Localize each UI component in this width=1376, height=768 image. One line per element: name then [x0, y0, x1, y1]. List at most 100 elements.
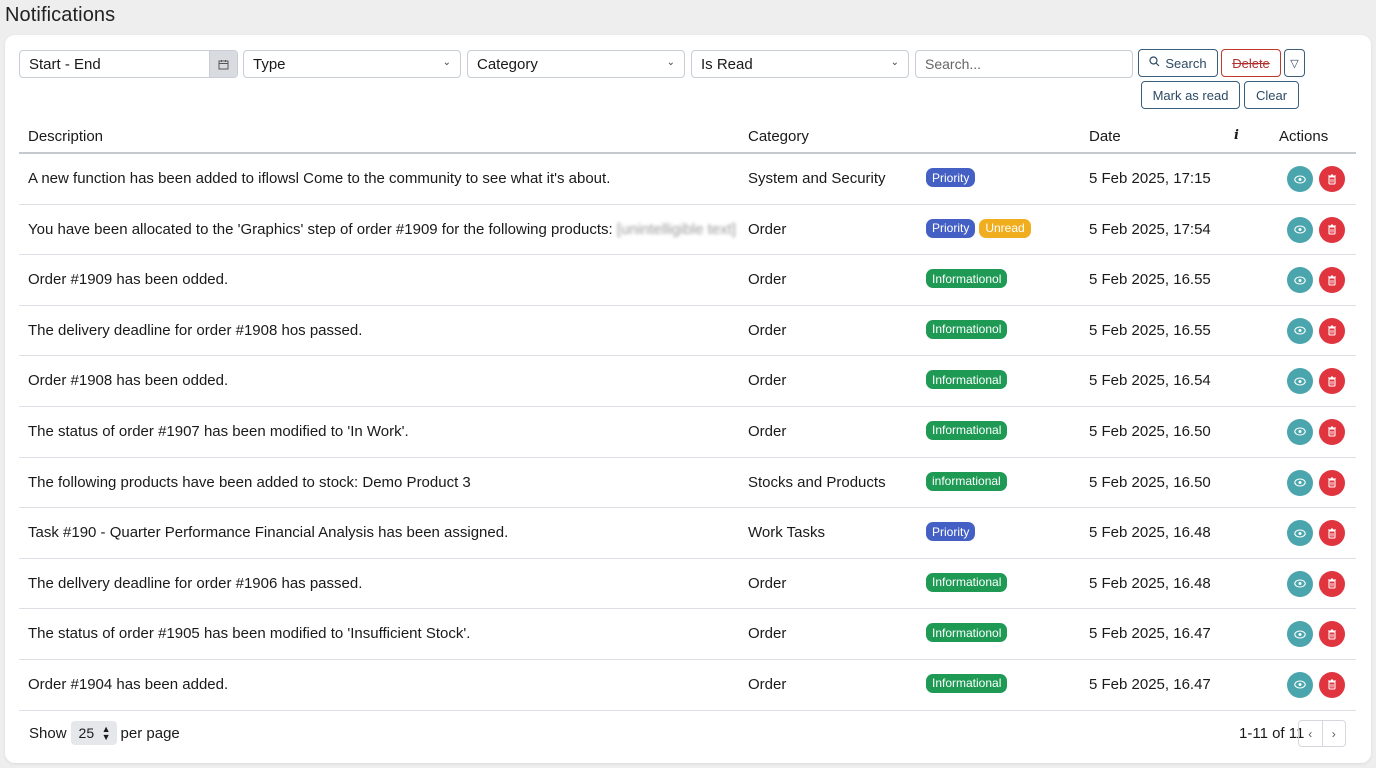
chevron-right-icon[interactable]: ›	[1323, 721, 1346, 746]
row-category: Order	[748, 220, 787, 238]
row-description-text: The status of order #1905 has been modif…	[28, 625, 471, 643]
clear-button[interactable]: Clear	[1244, 81, 1299, 109]
row-date: 5 Feb 2025, 16.50	[1089, 473, 1211, 491]
trash-icon[interactable]	[1319, 520, 1345, 547]
row-category: Work Tasks	[748, 524, 825, 542]
trash-icon[interactable]	[1319, 368, 1345, 395]
column-category[interactable]: Category	[748, 128, 809, 145]
is-read-select[interactable]: Is Read ⌄	[691, 50, 909, 78]
eye-icon[interactable]	[1287, 166, 1313, 192]
per-page-value: 25	[78, 725, 95, 741]
row-badges: Informational	[926, 420, 1008, 440]
trash-icon[interactable]	[1319, 166, 1345, 192]
delete-button[interactable]: Delete	[1221, 49, 1281, 77]
row-description: The status of order #1907 has been modif…	[28, 423, 409, 440]
info-icon[interactable]: i	[1234, 128, 1239, 143]
trash-icon[interactable]	[1319, 671, 1345, 698]
table-row[interactable]: Order #1908 has been odded. Order Informat…	[19, 356, 1356, 407]
row-badges: Informational	[926, 673, 1008, 693]
eye-icon[interactable]	[1287, 671, 1313, 698]
table-row[interactable]: The status of order #1905 has been modif…	[19, 609, 1356, 660]
date-range-text: Start - End	[29, 55, 101, 73]
row-category: Stocks and Products	[748, 473, 886, 491]
info-badge: Informational	[926, 572, 1008, 592]
chevron-left-icon[interactable]: ‹	[1299, 721, 1323, 746]
row-date: 5 Feb 2025, 16.47	[1089, 675, 1211, 693]
eye-icon[interactable]	[1287, 216, 1313, 243]
row-actions	[1287, 621, 1345, 648]
search-button[interactable]: Search	[1138, 49, 1218, 77]
date-range-picker[interactable]: Start - End	[19, 50, 238, 78]
row-category: Order	[748, 372, 787, 390]
row-category: Order	[748, 625, 787, 643]
type-select-value: Type	[253, 55, 286, 73]
priority-badge: Priority	[926, 168, 976, 187]
row-description-text: You have been allocated to the 'Graphics…	[28, 220, 613, 238]
row-badges: Priority	[926, 168, 976, 187]
row-actions	[1287, 418, 1345, 445]
table-row[interactable]: You have been allocated to the 'Graphics…	[19, 205, 1356, 256]
row-date: 5 Feb 2025, 16.54	[1089, 372, 1211, 390]
eye-icon[interactable]	[1287, 317, 1313, 344]
table-row[interactable]: The dellvery deadline for order #1906 ha…	[19, 559, 1356, 610]
trash-icon[interactable]	[1319, 469, 1345, 496]
eye-icon[interactable]	[1287, 570, 1313, 597]
row-description: You have been allocated to the 'Graphics…	[28, 221, 736, 238]
eye-icon[interactable]	[1287, 621, 1313, 648]
row-badges: Informationol	[926, 319, 1008, 339]
column-date[interactable]: Date	[1089, 128, 1121, 145]
mark-as-read-button[interactable]: Mark as read	[1141, 81, 1240, 109]
trash-icon[interactable]	[1319, 621, 1345, 648]
row-actions	[1287, 166, 1345, 192]
row-date: 5 Feb 2025, 16.48	[1089, 524, 1211, 542]
trash-icon[interactable]	[1319, 418, 1345, 445]
per-page-select[interactable]: 25 ▲ ▼	[70, 721, 117, 745]
row-description-text: The dellvery deadline for order #1906 ha…	[28, 574, 363, 592]
row-actions	[1287, 469, 1345, 496]
category-select[interactable]: Category ⌄	[467, 50, 685, 78]
eye-icon[interactable]	[1287, 267, 1313, 294]
eye-icon[interactable]	[1287, 469, 1313, 496]
filter-icon[interactable]: ▽	[1284, 49, 1305, 77]
calendar-icon[interactable]	[209, 51, 237, 77]
row-description: Order #1908 has been odded.	[28, 372, 228, 389]
row-description-text: A new function has been added to iflowsl…	[28, 170, 611, 187]
row-category: Order	[748, 574, 787, 592]
row-actions	[1287, 570, 1345, 597]
type-select[interactable]: Type ⌄	[243, 50, 461, 78]
trash-icon[interactable]	[1319, 570, 1345, 597]
category-select-value: Category	[477, 55, 538, 73]
eye-icon[interactable]	[1287, 368, 1313, 395]
row-actions	[1287, 317, 1345, 344]
info-badge: Informationol	[926, 623, 1008, 643]
eye-icon[interactable]	[1287, 520, 1313, 547]
table-body: A new function has been added to iflowsl…	[19, 154, 1356, 711]
row-description: The status of order #1905 has been modif…	[28, 625, 470, 642]
trash-icon[interactable]	[1319, 216, 1345, 243]
table-row[interactable]: Order #1904 has been added. Order Informat…	[19, 660, 1356, 711]
row-date: 5 Feb 2025, 16.50	[1089, 422, 1211, 440]
row-badges: Informational	[926, 370, 1008, 390]
row-description: Task #190 - Quarter Performance Financia…	[28, 524, 508, 541]
table-row[interactable]: Task #190 - Quarter Performance Financia…	[19, 508, 1356, 559]
row-badges: Informationol	[926, 623, 1008, 643]
trash-icon[interactable]	[1319, 317, 1345, 344]
info-badge: Informational	[926, 420, 1008, 440]
table-row[interactable]: The status of order #1907 has been modif…	[19, 407, 1356, 458]
trash-icon[interactable]	[1319, 267, 1345, 294]
eye-icon[interactable]	[1287, 418, 1313, 445]
redacted-text: [unintelligible text]	[616, 220, 736, 238]
info-badge: Informationol	[926, 269, 1008, 289]
row-badges: Informational	[926, 572, 1008, 592]
row-actions	[1287, 520, 1345, 547]
table-row[interactable]: A new function has been added to iflowsl…	[19, 154, 1356, 205]
pagination: ‹ ›	[1298, 720, 1346, 747]
table-row[interactable]: The delivery deadline for order #1908 ho…	[19, 306, 1356, 357]
table-header: Description Category Date i Actions	[19, 121, 1356, 154]
table-row[interactable]: Order #1909 has been odded. Order Informat…	[19, 255, 1356, 306]
row-badges: Priority	[926, 522, 976, 542]
search-input[interactable]	[915, 50, 1133, 78]
row-description-text: The following products have been added t…	[28, 473, 471, 491]
column-description[interactable]: Description	[28, 128, 103, 145]
table-row[interactable]: The following products have been added t…	[19, 458, 1356, 509]
